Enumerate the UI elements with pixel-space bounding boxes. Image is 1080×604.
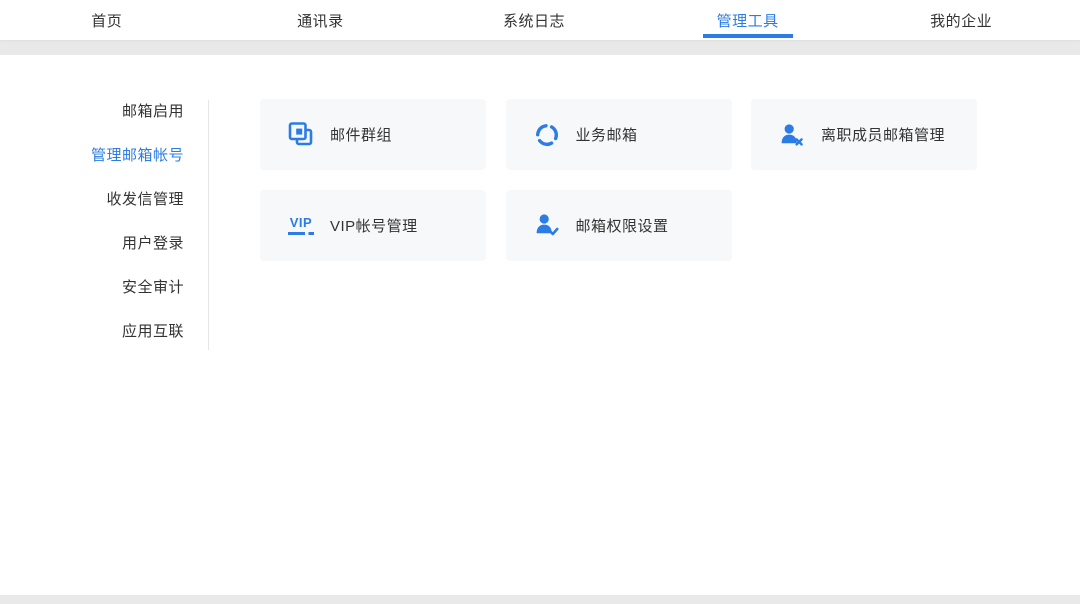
business-mailbox-cycle-icon bbox=[534, 121, 560, 149]
vip-text-icon: VIP bbox=[288, 211, 314, 239]
tab-contacts-label: 通讯录 bbox=[297, 10, 344, 31]
sidebar-item-user-login[interactable]: 用户登录 bbox=[0, 222, 184, 266]
sidebar-item-send-receive-management[interactable]: 收发信管理 bbox=[0, 178, 184, 222]
card-label: VIP帐号管理 bbox=[330, 215, 418, 236]
tab-system-log[interactable]: 系统日志 bbox=[427, 0, 641, 40]
feature-cards-grid: 邮件群组 业务邮箱 bbox=[260, 99, 980, 261]
tab-admin-tools[interactable]: 管理工具 bbox=[641, 0, 855, 40]
sidebar-item-security-audit[interactable]: 安全审计 bbox=[0, 266, 184, 310]
card-mail-group[interactable]: 邮件群组 bbox=[260, 99, 486, 170]
sidebar-divider bbox=[208, 100, 209, 350]
mail-group-icon bbox=[288, 121, 314, 149]
tab-my-enterprise-label: 我的企业 bbox=[930, 10, 992, 31]
card-label: 业务邮箱 bbox=[576, 124, 638, 145]
card-label: 邮件群组 bbox=[330, 124, 392, 145]
sidebar-item-mailbox-enable[interactable]: 邮箱启用 bbox=[0, 90, 184, 134]
card-mailbox-permission[interactable]: 邮箱权限设置 bbox=[506, 190, 732, 261]
card-business-mailbox[interactable]: 业务邮箱 bbox=[506, 99, 732, 170]
permission-person-check-icon bbox=[534, 211, 560, 239]
tab-home[interactable]: 首页 bbox=[0, 0, 214, 40]
active-tab-underline bbox=[703, 34, 793, 38]
sidebar: 邮箱启用 管理邮箱帐号 收发信管理 用户登录 安全审计 应用互联 bbox=[0, 90, 184, 354]
main-panel: 邮箱启用 管理邮箱帐号 收发信管理 用户登录 安全审计 应用互联 邮件群组 bbox=[0, 55, 1080, 595]
card-departed-member-mailbox[interactable]: 离职成员邮箱管理 bbox=[751, 99, 977, 170]
tab-home-label: 首页 bbox=[91, 10, 122, 31]
page: 首页 通讯录 系统日志 管理工具 我的企业 邮箱启用 管理邮箱帐号 收发信管理 … bbox=[0, 0, 1080, 604]
tab-admin-tools-label: 管理工具 bbox=[717, 10, 779, 31]
tab-system-log-label: 系统日志 bbox=[503, 10, 565, 31]
card-vip-account[interactable]: VIP VIP帐号管理 bbox=[260, 190, 486, 261]
sidebar-item-app-interconnect[interactable]: 应用互联 bbox=[0, 310, 184, 354]
tab-contacts[interactable]: 通讯录 bbox=[214, 0, 428, 40]
tab-my-enterprise[interactable]: 我的企业 bbox=[854, 0, 1068, 40]
vip-icon-underline bbox=[288, 232, 314, 235]
departed-member-person-x-icon bbox=[779, 121, 805, 149]
card-label: 离职成员邮箱管理 bbox=[821, 124, 945, 145]
sidebar-item-manage-mailbox-accounts[interactable]: 管理邮箱帐号 bbox=[0, 134, 184, 178]
vip-icon-text: VIP bbox=[290, 216, 312, 230]
top-nav-bar: 首页 通讯录 系统日志 管理工具 我的企业 bbox=[0, 0, 1080, 40]
card-label: 邮箱权限设置 bbox=[576, 215, 669, 236]
